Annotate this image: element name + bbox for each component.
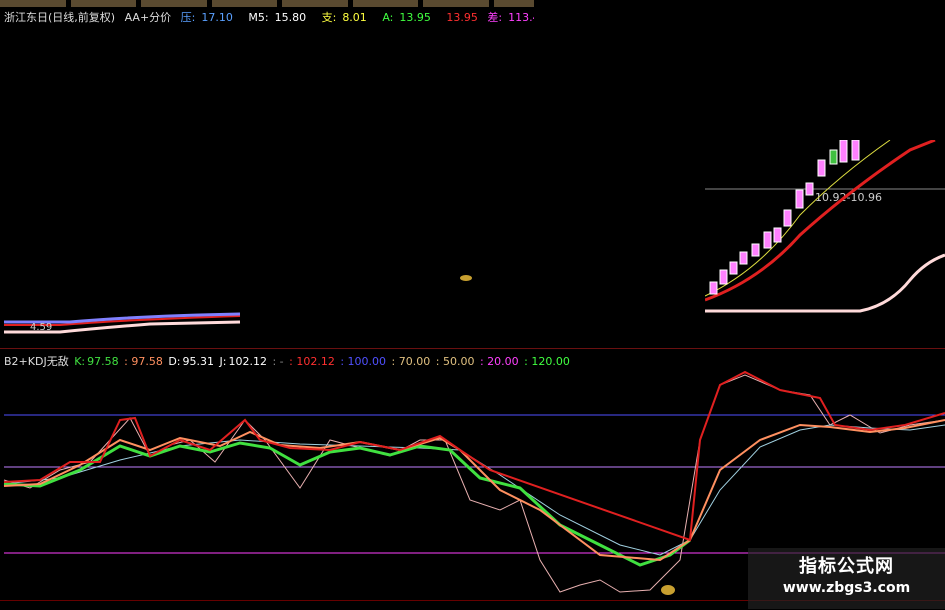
j-value: 102.12 <box>228 355 267 368</box>
redaction-block <box>534 0 945 140</box>
candle <box>729 261 738 275</box>
v3-value: : 102.12 <box>289 355 335 368</box>
watermark-title: 指标公式网 <box>799 556 894 577</box>
candle <box>795 189 804 209</box>
candles <box>709 139 860 295</box>
marker-icon <box>661 585 675 595</box>
v8-value: : 120.00 <box>524 355 570 368</box>
v2-value: : 97.58 <box>124 355 163 368</box>
candle <box>751 243 760 257</box>
candle <box>763 231 772 249</box>
candle <box>783 209 792 227</box>
candle <box>851 139 860 161</box>
candle <box>709 281 718 295</box>
indicator-header: B2+KDJ无敌 K: 97.58 : 97.58 D: 95.31 J: 102.1… <box>4 353 572 368</box>
d-label: D: <box>168 355 181 368</box>
candle <box>805 182 814 196</box>
candle <box>719 269 728 285</box>
red-line <box>3 370 945 542</box>
marker-icon <box>460 275 472 281</box>
indicator-title: B2+KDJ无敌 <box>4 355 69 368</box>
sep-value: : - <box>272 355 284 368</box>
price-low-label: 4.59 <box>30 322 52 333</box>
candle <box>739 251 748 265</box>
d-value: 95.31 <box>182 355 215 368</box>
v5-value: : 70.00 <box>391 355 431 368</box>
v7-value: : 20.00 <box>479 355 519 368</box>
candle <box>773 227 782 243</box>
k-value: 97.58 <box>87 355 119 368</box>
redaction-block <box>241 282 705 328</box>
v4-value: : 100.00 <box>340 355 387 368</box>
candle <box>817 159 826 177</box>
watermark: 指标公式网 www.zbgs3.com <box>748 548 945 609</box>
v6-value: : 50.00 <box>435 355 475 368</box>
panel-separator[interactable] <box>0 348 945 349</box>
candle <box>839 139 848 163</box>
candle <box>829 149 838 165</box>
watermark-url: www.zbgs3.com <box>782 580 911 596</box>
j-label: J: <box>219 355 227 368</box>
k-label: K: <box>74 355 86 368</box>
